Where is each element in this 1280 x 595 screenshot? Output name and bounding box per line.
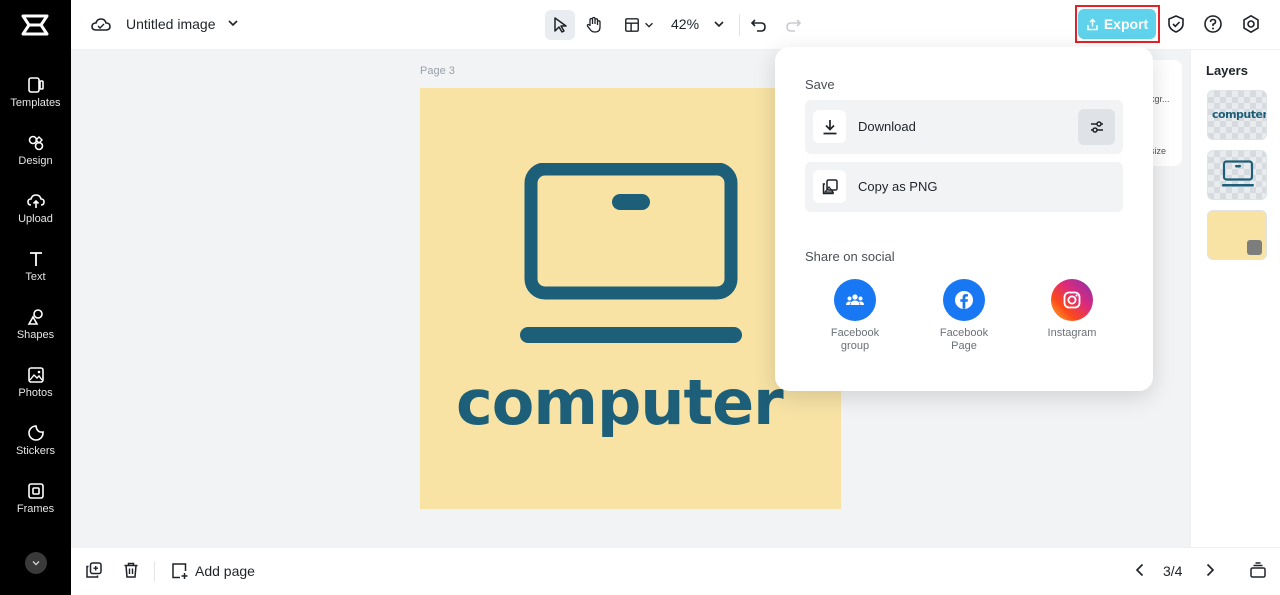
- instagram-button[interactable]: Instagram: [1032, 279, 1112, 340]
- copy-icon: [822, 178, 838, 194]
- design-icon: [28, 135, 43, 151]
- chevron-down-icon: [644, 22, 653, 28]
- layer-thumb-text[interactable]: computer: [1207, 90, 1267, 140]
- layer-thumb-text-label: computer: [1212, 108, 1267, 121]
- stickers-icon: [27, 425, 44, 441]
- export-popup: Save Download Copy as PNG Share on socia…: [775, 47, 1153, 391]
- facebook-page-label: Facebook Page: [939, 327, 989, 352]
- rail-stickers[interactable]: Stickers: [0, 424, 71, 478]
- add-page-label: Add page: [195, 563, 255, 579]
- download-icon: [823, 119, 836, 134]
- copy-icon-box: [813, 170, 846, 203]
- save-heading: Save: [805, 77, 835, 92]
- pages-panel-icon[interactable]: [1249, 561, 1267, 579]
- shield-icon[interactable]: [1166, 14, 1186, 34]
- chevron-left-icon[interactable]: [1131, 561, 1149, 579]
- chevron-right-icon[interactable]: [1201, 561, 1219, 579]
- layout-icon: [624, 18, 639, 32]
- rail-upload-label: Upload: [18, 213, 53, 225]
- duplicate-page-icon[interactable]: [85, 561, 103, 579]
- rail-stickers-label: Stickers: [15, 445, 56, 457]
- frames-icon: [27, 483, 44, 499]
- rail-design-label: Design: [18, 155, 53, 167]
- undo-button[interactable]: [744, 10, 774, 40]
- avatar[interactable]: [25, 552, 47, 574]
- help-icon[interactable]: [1203, 14, 1223, 34]
- photos-icon: [27, 367, 44, 383]
- zoom-level[interactable]: 42%: [671, 16, 699, 32]
- trash-icon[interactable]: [122, 561, 140, 579]
- copy-png-label: Copy as PNG: [858, 179, 938, 194]
- cursor-icon: [554, 17, 567, 33]
- top-bar: Untitled image 42% Export: [71, 0, 1280, 50]
- chevron-down-icon[interactable]: [226, 16, 240, 30]
- layers-title: Layers: [1206, 63, 1248, 78]
- cloud-icon[interactable]: [91, 15, 111, 35]
- layout-dropdown-button[interactable]: [619, 10, 659, 40]
- page-counter: 3/4: [1163, 563, 1183, 579]
- facebook-group-button[interactable]: Facebook group: [815, 279, 895, 353]
- undo-icon: [750, 19, 766, 32]
- shapes-icon: [27, 309, 43, 325]
- templates-icon: [27, 77, 44, 93]
- facebook-group-label: Facebook group: [830, 327, 880, 352]
- layer-thumb-laptop[interactable]: [1207, 150, 1267, 200]
- chevron-down-icon[interactable]: [712, 17, 726, 31]
- rail-photos[interactable]: Photos: [0, 366, 71, 420]
- select-tool-button[interactable]: [545, 10, 575, 40]
- share-heading: Share on social: [805, 249, 895, 264]
- capcut-logo[interactable]: [20, 12, 50, 38]
- add-page-button[interactable]: Add page: [171, 560, 255, 582]
- rail-frames-label: Frames: [16, 503, 55, 515]
- laptop-graphic[interactable]: [520, 163, 742, 345]
- hand-icon: [586, 16, 601, 33]
- add-page-icon: [172, 563, 188, 579]
- export-button[interactable]: Export: [1078, 9, 1156, 39]
- rail-text[interactable]: Text: [0, 250, 71, 304]
- page-heading-text[interactable]: computer: [456, 366, 784, 439]
- download-settings-button[interactable]: [1078, 109, 1115, 145]
- bottom-divider: [154, 561, 155, 581]
- instagram-icon: [1051, 279, 1093, 321]
- rail-text-label: Text: [25, 271, 46, 283]
- background-badge-icon: [1247, 240, 1262, 255]
- left-rail: Templates Design Upload Text Shapes Phot…: [0, 0, 71, 595]
- settings-icon[interactable]: [1241, 14, 1261, 34]
- facebook-icon: [943, 279, 985, 321]
- rail-templates-label: Templates: [10, 97, 61, 109]
- document-title[interactable]: Untitled image: [126, 16, 216, 32]
- facebook-group-icon: [834, 279, 876, 321]
- toolbar-divider: [739, 14, 740, 36]
- redo-icon: [786, 19, 802, 32]
- rail-frames[interactable]: Frames: [0, 482, 71, 536]
- copy-png-row[interactable]: Copy as PNG: [805, 162, 1123, 212]
- laptop-icon: [1222, 160, 1254, 187]
- text-icon: [29, 252, 42, 266]
- hand-tool-button[interactable]: [579, 10, 609, 40]
- rail-templates[interactable]: Templates: [0, 76, 71, 130]
- layer-thumb-background[interactable]: [1207, 210, 1267, 260]
- layers-panel: Layers computer: [1190, 50, 1280, 547]
- download-row[interactable]: Download: [805, 100, 1123, 154]
- rail-shapes-label: Shapes: [16, 329, 55, 341]
- rail-design[interactable]: Design: [0, 134, 71, 188]
- instagram-label: Instagram: [1047, 327, 1097, 339]
- export-label: Export: [1103, 16, 1149, 32]
- rail-upload[interactable]: Upload: [0, 192, 71, 246]
- upload-icon: [26, 194, 45, 208]
- facebook-page-button[interactable]: Facebook Page: [924, 279, 1004, 353]
- sliders-icon: [1090, 121, 1103, 133]
- rail-shapes[interactable]: Shapes: [0, 308, 71, 362]
- share-icon: [1087, 17, 1098, 30]
- bottom-bar: Add page 3/4: [71, 547, 1280, 595]
- redo-button[interactable]: [778, 10, 808, 40]
- chevron-down-icon: [32, 561, 40, 566]
- download-icon-box: [813, 110, 846, 143]
- rail-photos-label: Photos: [18, 387, 53, 399]
- page-label: Page 3: [420, 65, 455, 77]
- download-label: Download: [858, 119, 916, 134]
